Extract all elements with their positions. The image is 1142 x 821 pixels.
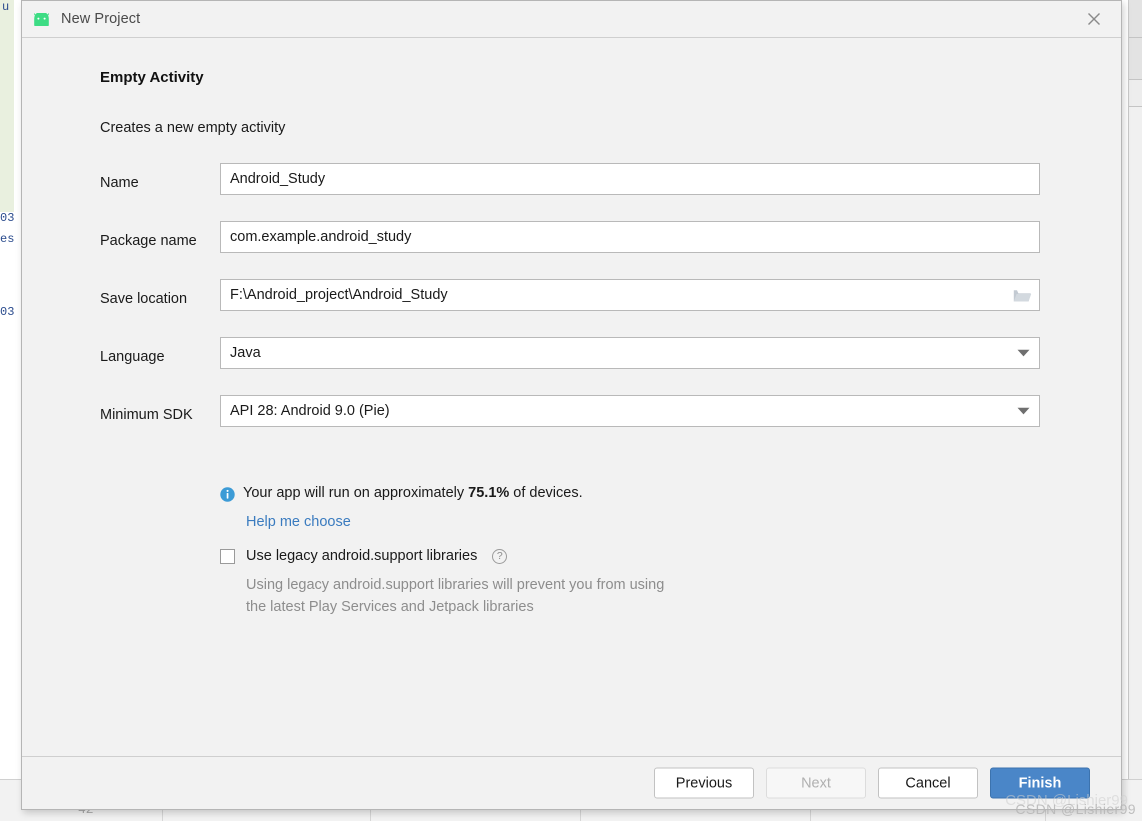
input-save-location[interactable]: F:\Android_project\Android_Study [220, 279, 1040, 311]
device-coverage-info: Your app will run on approximately 75.1%… [220, 485, 583, 530]
info-circle-icon [220, 487, 235, 507]
label-package-name: Package name [100, 233, 197, 249]
cancel-button[interactable]: Cancel [878, 767, 978, 799]
device-coverage-percent: 75.1% [468, 485, 510, 501]
editor-right-margin [1128, 0, 1142, 821]
field-row-language: Language Java [22, 337, 1121, 395]
dropdown-language-value[interactable]: Java [221, 345, 1007, 361]
new-project-dialog: New Project Empty Activity Creates a new… [21, 0, 1122, 810]
help-me-choose-link[interactable]: Help me choose [246, 514, 583, 530]
legacy-libraries-note: Using legacy android.support libraries w… [246, 574, 664, 618]
dialog-titlebar: New Project [22, 1, 1121, 38]
dialog-content: Empty Activity Creates a new empty activ… [22, 38, 1121, 756]
right-margin-segment [1129, 0, 1142, 38]
dropdown-minimum-sdk-value[interactable]: API 28: Android 9.0 (Pie) [221, 403, 1007, 419]
label-minimum-sdk: Minimum SDK [100, 407, 193, 423]
legacy-libraries-checkbox[interactable] [220, 548, 235, 564]
input-save-location-value[interactable]: F:\Android_project\Android_Study [221, 287, 1005, 303]
legacy-note-line-2: the latest Play Services and Jetpack lib… [246, 599, 534, 615]
dropdown-minimum-sdk[interactable]: API 28: Android 9.0 (Pie) [220, 395, 1040, 427]
legacy-libraries-row[interactable]: Use legacy android.support libraries ? [220, 548, 664, 564]
dialog-button-row: Previous Next Cancel Finish [654, 767, 1090, 799]
dropdown-language[interactable]: Java [220, 337, 1040, 369]
input-project-name-value[interactable]: Android_Study [221, 171, 1039, 187]
right-margin-segment [1129, 38, 1142, 80]
device-coverage-suffix: of devices. [509, 485, 583, 501]
background-code-fragment-1: 03 [0, 211, 15, 225]
chevron-down-icon[interactable] [1007, 396, 1039, 426]
legacy-note-line-1: Using legacy android.support libraries w… [246, 577, 665, 593]
folder-icon[interactable] [1005, 280, 1039, 310]
label-project-name: Name [100, 175, 139, 191]
device-coverage-line: Your app will run on approximately 75.1%… [220, 485, 583, 507]
legacy-libraries-label: Use legacy android.support libraries [246, 548, 478, 564]
field-row-minimum-sdk: Minimum SDK API 28: Android 9.0 (Pie) [22, 395, 1121, 453]
background-code-fragment-2: es [0, 232, 15, 246]
editor-gutter-strip [0, 0, 22, 821]
input-package-name[interactable]: com.example.android_study [220, 221, 1040, 253]
device-coverage-text: Your app will run on approximately 75.1%… [243, 485, 583, 501]
android-robot-icon [31, 9, 51, 29]
gutter-highlight [0, 0, 14, 212]
input-package-name-value[interactable]: com.example.android_study [221, 229, 1039, 245]
question-mark-icon[interactable]: ? [492, 548, 508, 564]
finish-button[interactable]: Finish [990, 767, 1090, 799]
label-save-location: Save location [100, 291, 188, 307]
field-row-save-location: Save location F:\Android_project\Android… [22, 279, 1121, 337]
background-code-fragment-u: u [2, 0, 10, 14]
label-language: Language [100, 349, 165, 365]
page-title: Empty Activity [100, 69, 204, 86]
dialog-title: New Project [61, 11, 141, 27]
input-project-name[interactable]: Android_Study [220, 163, 1040, 195]
project-form: Name Android_Study Package name com.exam… [22, 163, 1121, 453]
field-row-package-name: Package name com.example.android_study [22, 221, 1121, 279]
right-margin-segment [1129, 80, 1142, 107]
legacy-libraries-block: Use legacy android.support libraries ? U… [220, 548, 664, 618]
chevron-down-icon[interactable] [1007, 338, 1039, 368]
page-description: Creates a new empty activity [100, 120, 286, 136]
dialog-footer: Previous Next Cancel Finish [22, 756, 1121, 809]
background-code-fragment-3: 03 [0, 305, 15, 319]
previous-button[interactable]: Previous [654, 767, 754, 799]
device-coverage-prefix: Your app will run on approximately [243, 485, 469, 501]
field-row-name: Name Android_Study [22, 163, 1121, 221]
close-icon[interactable] [1081, 6, 1107, 32]
next-button[interactable]: Next [766, 767, 866, 799]
